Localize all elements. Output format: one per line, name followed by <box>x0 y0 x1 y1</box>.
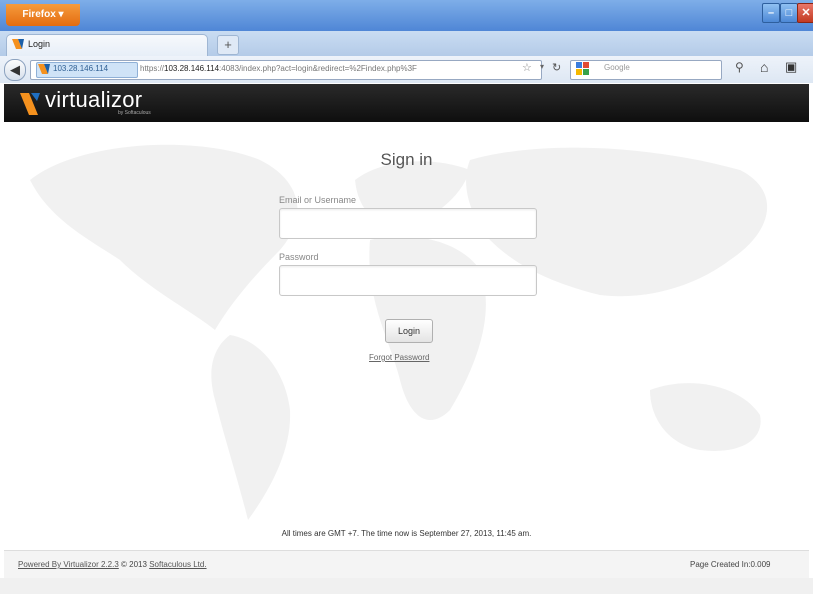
close-window-button[interactable]: ✕ <box>797 3 813 23</box>
url-history-dropdown-icon[interactable]: ▾ <box>540 62 544 71</box>
company-link[interactable]: Softaculous Ltd. <box>149 560 206 569</box>
maximize-button[interactable]: □ <box>780 3 798 23</box>
page-created-time: Page Created In:0.009 <box>690 560 771 569</box>
site-identity-label: 103.28.146.114 <box>53 64 109 73</box>
magnifier-icon[interactable]: ⚲ <box>735 60 744 74</box>
logo-subtext: by Softaculous <box>118 110 151 116</box>
back-button[interactable]: ◀ <box>4 59 26 81</box>
powered-by-link[interactable]: Powered By Virtualizor 2.2.3 <box>18 560 119 569</box>
search-bar[interactable] <box>570 60 722 80</box>
search-placeholder: Google <box>604 63 630 72</box>
footer-credits: Powered By Virtualizor 2.2.3 © 2013 Soft… <box>18 560 207 569</box>
password-label: Password <box>279 252 319 262</box>
reload-icon[interactable]: ↻ <box>552 61 561 74</box>
url-host: 103.28.146.114 <box>164 64 220 73</box>
menu-icon[interactable]: ▣ <box>785 59 797 75</box>
login-button[interactable]: Login <box>385 319 433 343</box>
copyright-text: © 2013 <box>121 560 147 569</box>
home-icon[interactable]: ⌂ <box>760 59 768 75</box>
email-label: Email or Username <box>279 195 357 205</box>
firefox-menu-button[interactable]: Firefox ▾ <box>6 4 80 26</box>
server-time-note: All times are GMT +7. The time now is Se… <box>281 529 532 538</box>
forgot-password-link[interactable]: Forgot Password <box>369 353 429 362</box>
virtualizor-favicon-icon <box>12 39 24 49</box>
search-engine-icon[interactable] <box>576 62 590 76</box>
email-field[interactable] <box>279 208 537 239</box>
browser-bottom-strip <box>0 578 813 594</box>
new-tab-button[interactable]: + <box>217 35 239 55</box>
minimize-button[interactable]: – <box>762 3 780 23</box>
url-text[interactable]: https://103.28.146.114:4083/index.php?ac… <box>140 63 417 75</box>
site-favicon-icon <box>38 64 50 74</box>
back-arrow-icon: ◀ <box>10 62 20 77</box>
bookmark-star-icon[interactable]: ☆ <box>522 61 532 74</box>
tab-title: Login <box>28 39 51 49</box>
url-path: :4083/index.php?act=login&redirect=%2Fin… <box>219 64 417 73</box>
firefox-menu-label: Firefox <box>22 9 56 20</box>
url-scheme: https:// <box>140 64 165 73</box>
page-title: Sign in <box>380 150 433 169</box>
password-field[interactable] <box>279 265 537 296</box>
window-titlebar <box>0 0 813 31</box>
virtualizor-logo-icon <box>20 93 40 115</box>
